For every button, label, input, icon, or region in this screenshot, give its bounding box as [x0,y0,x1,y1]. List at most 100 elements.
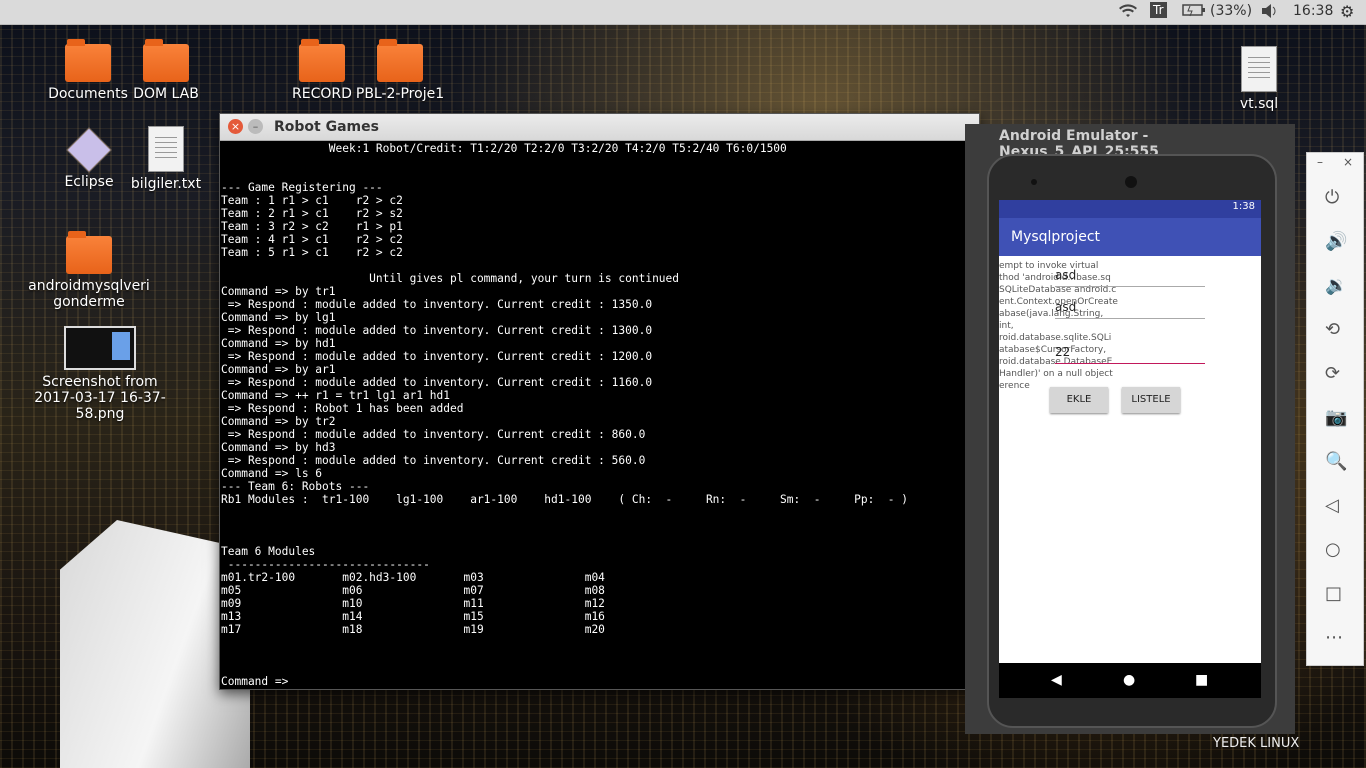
volume-up-icon[interactable]: 🔊 [1325,231,1347,252]
close-icon[interactable]: × [228,119,243,134]
top-panel: Tr (33%) 16:38 ⚙ [0,0,1366,25]
terminal-line: Team : 3 r2 > c2 r1 > p1 [221,220,403,233]
terminal-line: => Respond : module added to inventory. … [221,298,653,311]
emulator-title: Android Emulator - Nexus_5_API_25:555 [999,128,1159,160]
terminal-line: Until gives pl command, your turn is con… [221,272,680,285]
minimize-icon[interactable]: – [248,119,263,134]
clock[interactable]: 16:38 [1293,3,1333,19]
window-titlebar[interactable]: × – Robot Games [220,114,979,141]
zoom-icon[interactable]: 🔍 [1325,451,1347,472]
close-icon[interactable]: × [1343,155,1353,169]
desktop-icon-androidmysql[interactable]: androidmysqlverigonderme [24,231,154,310]
terminal-line: Week:1 Robot/Credit: T1:2/20 T2:2/0 T3:2… [221,142,787,155]
terminal-line: Command => by tr2 [221,415,336,428]
camera-icon [1031,179,1037,185]
terminal-line: Command => by tr1 [221,285,336,298]
folder-icon [299,39,345,82]
desktop-icon-label: PBL-2-Proje1 [355,86,445,102]
emulator-window[interactable]: Android Emulator - Nexus_5_API_25:555 1:… [965,124,1295,734]
speaker-icon [1125,176,1137,188]
rotate-right-icon[interactable]: ⟳ [1325,363,1340,384]
back-icon[interactable]: ◀ [1051,672,1062,688]
input-field-3[interactable]: 22 [1055,345,1205,364]
terminal-line: Command => ls 6 [221,467,323,480]
emulator-toolbar: – × ⏻ 🔊 🔉 ⟲ ⟳ 📷 🔍 ◁ ○ □ ⋯ [1306,152,1364,666]
folder-icon [66,231,112,274]
back-icon[interactable]: ◁ [1325,495,1339,516]
home-icon[interactable]: ○ [1325,539,1341,560]
desktop-icon-label: Screenshot from 2017-03-17 16-37-58.png [34,374,166,422]
camera-icon[interactable]: 📷 [1325,407,1347,428]
terminal-line: Team : 1 r1 > c1 r2 > c2 [221,194,403,207]
input-field-2[interactable]: asd [1055,300,1205,319]
terminal-line: => Respond : module added to inventory. … [221,350,653,363]
terminal-line: Team : 4 r1 > c1 r2 > c2 [221,233,403,246]
terminal-line: => Respond : module added to inventory. … [221,454,646,467]
terminal-line: m05 m06 m07 m08 [221,584,605,597]
desktop-icon-vt-sql[interactable]: vt.sql [1209,46,1309,112]
eclipse-icon [66,127,112,173]
corner-label: YEDEK LINUX [1213,736,1300,751]
terminal-line: Command => by lg1 [221,311,336,324]
desktop-icon-label: androidmysqlverigonderme [28,278,150,310]
rotate-left-icon[interactable]: ⟲ [1325,319,1340,340]
terminal-output[interactable]: Week:1 Robot/Credit: T1:2/20 T2:2/0 T3:2… [221,142,979,689]
battery-percent: (33%) [1210,3,1253,19]
terminal-line: Command => [221,675,289,688]
recents-icon[interactable]: ■ [1195,672,1208,688]
desktop-icon-label: bilgiler.txt [130,176,202,192]
terminal-line: m17 m18 m19 m20 [221,623,605,636]
terminal-line: => Respond : Robot 1 has been added [221,402,464,415]
terminal-line: ------------------------------ [221,558,430,571]
terminal-line: --- Game Registering --- [221,181,383,194]
list-button[interactable]: LISTELE [1122,387,1180,413]
keyboard-layout[interactable]: Tr [1150,2,1167,18]
android-nav-bar: ◀ ● ■ [999,663,1261,698]
file-icon [148,126,184,172]
phone-frame: 1:38 Mysqlproject empt to invoke virtual… [987,154,1277,728]
battery-icon[interactable] [1182,3,1206,21]
terminal-line: Rb1 Modules : tr1-100 lg1-100 ar1-100 hd… [221,493,909,506]
terminal-line: Team : 5 r1 > c1 r2 > c2 [221,246,403,259]
desktop-icon-label: Eclipse [64,174,114,190]
window-title: Robot Games [274,119,379,135]
folder-icon [377,39,423,82]
folder-icon [143,39,189,82]
folder-icon [65,39,111,82]
terminal-line: => Respond : module added to inventory. … [221,324,653,337]
desktop-icon-dom-lab[interactable]: DOM LAB [116,39,216,102]
overview-icon[interactable]: □ [1325,583,1342,604]
terminal-line: Team : 2 r1 > c1 r2 > s2 [221,207,403,220]
terminal-line: m01.tr2-100 m02.hd3-100 m03 m04 [221,571,605,584]
more-icon[interactable]: ⋯ [1325,627,1343,648]
desktop-icon-pbl2[interactable]: PBL-2-Proje1 [350,39,450,102]
status-bar: 1:38 [999,200,1261,218]
gear-icon[interactable]: ⚙ [1340,2,1354,21]
status-time: 1:38 [1232,201,1255,212]
terminal-line: Command => ++ r1 = tr1 lg1 ar1 hd1 [221,389,451,402]
volume-down-icon[interactable]: 🔉 [1325,275,1347,296]
minimize-icon[interactable]: – [1317,155,1323,169]
volume-icon[interactable] [1260,3,1278,23]
phone-screen[interactable]: 1:38 Mysqlproject empt to invoke virtual… [999,200,1261,663]
terminal-line: m09 m10 m11 m12 [221,597,605,610]
power-icon[interactable]: ⏻ [1325,187,1339,208]
terminal-line: => Respond : module added to inventory. … [221,376,653,389]
image-thumbnail-icon [64,326,136,370]
home-icon[interactable]: ● [1123,672,1135,688]
input-field-1[interactable]: asd [1055,268,1205,287]
terminal-line: Team 6 Modules [221,545,316,558]
add-button[interactable]: EKLE [1050,387,1108,413]
terminal-line: => Respond : module added to inventory. … [221,428,646,441]
wifi-icon[interactable] [1118,3,1138,23]
desktop-icon-screenshot[interactable]: Screenshot from 2017-03-17 16-37-58.png [30,326,170,422]
desktop-icon-label: RECORD [292,86,352,102]
terminal-window[interactable]: × – Robot Games Week:1 Robot/Credit: T1:… [219,113,980,690]
terminal-line: Command => by hd3 [221,441,336,454]
desktop-icon-bilgiler[interactable]: bilgiler.txt [116,126,216,192]
